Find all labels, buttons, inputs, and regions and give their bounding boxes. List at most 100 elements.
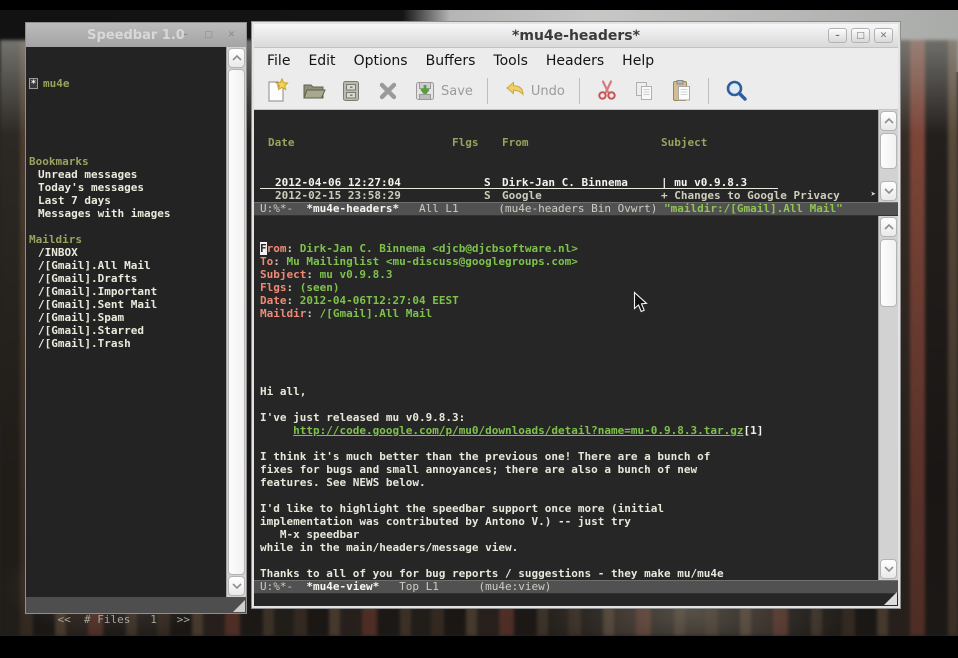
menu-item-edit[interactable]: Edit [299,51,344,71]
menu-item-headers[interactable]: Headers [537,51,613,71]
message-view: From: Dirk-Jan C. Binnema <djcb@djcbsoft… [254,216,878,580]
new-file-button[interactable] [264,78,290,104]
menu-item-tools[interactable]: Tools [484,51,537,71]
headers-pane: DateFlgsFromSubject 2012-04-06 12:27:04S… [254,110,898,202]
message-row[interactable]: 2012-02-15 23:58:29SGoogle+ Changes to G… [260,189,878,202]
message-view-pane: From: Dirk-Jan C. Binnema <djcb@djcbsoft… [254,216,898,580]
headers-modeline: U:%*- *mu4e-headers* All L1 (mu4e-header… [254,202,898,216]
field-label: Date [260,294,287,307]
file-cabinet-icon [338,78,364,104]
body-text-line [260,554,878,567]
view-scrollbar[interactable] [878,216,898,580]
undo-button[interactable]: Undo [502,78,565,104]
body-text-line: Hi all, [260,385,878,398]
column-header-flgs: Flgs [452,136,502,150]
close-icon[interactable]: ✕ [222,27,241,42]
message-from: Google [502,189,661,202]
scroll-up-icon[interactable] [880,111,897,131]
modeline-prefix: U:%*- [260,580,306,593]
speedbar-item[interactable]: Unread messages [29,168,226,181]
header-field: Flgs: (seen) [260,281,878,294]
save-button[interactable]: Save [412,78,473,104]
headers-list: DateFlgsFromSubject 2012-04-06 12:27:04S… [254,110,878,202]
toolbar-separator [579,78,580,104]
scroll-down-icon[interactable] [880,181,897,201]
close-x-icon [375,78,401,104]
modeline-query: "maildir:/[Gmail].All Mail" [664,202,843,215]
mouse-pointer-icon [633,291,649,314]
menu-item-file[interactable]: File [258,51,299,71]
modeline-buffer-name: *mu4e-headers* [306,202,399,215]
speedbar-section-heading: Maildirs [29,233,226,246]
undo-icon [502,78,528,104]
body-text-line: M-x speedbar [260,528,878,541]
scroll-up-icon[interactable] [228,48,245,68]
field-value: (seen) [300,281,340,294]
menu-item-options[interactable]: Options [345,51,417,71]
speedbar-item[interactable]: /[Gmail].Drafts [29,272,226,285]
scrollbar-thumb[interactable] [880,133,897,169]
speedbar-scrollbar[interactable] [226,47,246,597]
cut-button[interactable] [594,78,620,104]
speedbar-status-text[interactable]: << # Files 1 >> [58,613,190,626]
header-field: Subject: mu v0.9.8.3 [260,268,878,281]
headers-scrollbar[interactable] [878,110,898,202]
resize-grip[interactable] [233,600,245,612]
scroll-down-icon[interactable] [880,559,897,579]
speedbar-item[interactable]: /[Gmail].Trash [29,337,226,350]
speedbar-item[interactable]: /INBOX [29,246,226,259]
paste-button[interactable] [668,78,694,104]
speedbar-item[interactable]: /[Gmail].All Mail [29,259,226,272]
scrollbar-thumb[interactable] [880,239,897,307]
message-link[interactable]: http://code.google.com/p/mu0/downloads/d… [293,424,743,437]
speedbar-item[interactable]: /[Gmail].Spam [29,311,226,324]
open-folder-icon [301,78,327,104]
speedbar-content: * mu4e BookmarksUnread messagesToday's m… [26,47,226,597]
field-value: 2012-04-06T12:27:04 EEST [300,294,459,307]
field-label: Subject [260,268,306,281]
scrollbar-thumb[interactable] [228,69,245,575]
close-icon[interactable]: ✕ [874,28,893,43]
speedbar-status-bar: << # Files 1 >> [26,597,246,613]
resize-grip[interactable] [884,592,897,605]
field-value: mu v0.9.8.3 [320,268,393,281]
speedbar-root-line: * mu4e [29,77,226,90]
copy-icon [631,78,657,104]
search-button[interactable] [723,78,749,104]
open-folder-button[interactable] [301,78,327,104]
headers-column-row: DateFlgsFromSubject [260,136,878,150]
speedbar-item[interactable]: Today's messages [29,181,226,194]
toolbar-separator [708,78,709,104]
speedbar-item[interactable]: /[Gmail].Sent Mail [29,298,226,311]
dired-button[interactable] [338,78,364,104]
body-text-line: I'd like to highlight the speedbar suppo… [260,502,878,515]
maximize-icon[interactable]: □ [199,27,218,42]
speedbar-item[interactable]: Last 7 days [29,194,226,207]
menu-item-buffers[interactable]: Buffers [417,51,485,71]
scroll-down-icon[interactable] [228,576,245,596]
view-modeline: U:%*- *mu4e-view* Top L1 (mu4e:view) [254,580,898,594]
menu-item-help[interactable]: Help [613,51,663,71]
minimize-icon[interactable]: – [828,28,847,43]
speedbar-item[interactable]: /[Gmail].Important [29,285,226,298]
speedbar-titlebar[interactable]: Speedbar 1.0 – □ ✕ [26,23,246,47]
minimize-icon[interactable]: – [176,27,195,42]
mu4e-titlebar[interactable]: *mu4e-headers* – □ ✕ [254,24,898,48]
maximize-icon[interactable]: □ [851,28,870,43]
scroll-up-icon[interactable] [880,217,897,237]
echo-area [254,594,898,606]
copy-button[interactable] [631,78,657,104]
modeline-prefix: U:%*- [260,202,306,215]
speedbar-item[interactable]: Messages with images [29,207,226,220]
close-buffer-button[interactable] [375,78,401,104]
message-row[interactable]: 2012-04-06 12:27:04SDirk-Jan C. Binnema|… [260,176,878,189]
column-header-from: From [502,136,661,150]
message-from: Dirk-Jan C. Binnema [502,176,661,189]
header-field: Maildir: /[Gmail].All Mail [260,307,878,320]
expand-toggle-icon[interactable]: * [29,78,38,89]
speedbar-item[interactable]: /[Gmail].Starred [29,324,226,337]
toolbar: Save Undo [254,73,898,110]
message-flags: S [452,176,502,189]
paste-clipboard-icon [668,78,694,104]
speedbar-root-label[interactable]: mu4e [43,77,70,90]
